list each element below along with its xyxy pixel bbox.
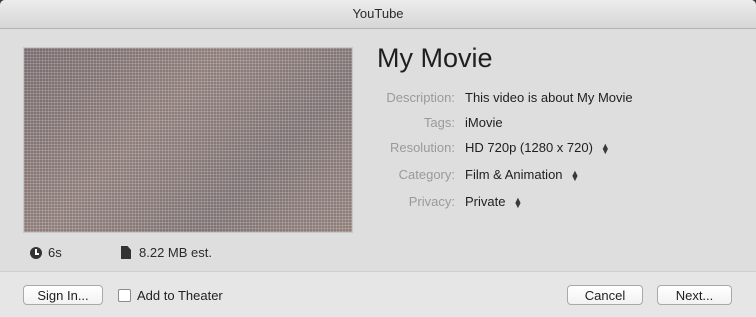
duration-value: 6s (48, 245, 62, 260)
tags-label: Tags: (423, 115, 455, 130)
window-title: YouTube (0, 0, 756, 29)
add-to-theater-checkbox[interactable]: Add to Theater (118, 288, 223, 303)
dialog-footer: Sign In... Add to Theater Cancel Next... (0, 271, 756, 317)
youtube-share-dialog: YouTube My Movie Description: This video… (0, 0, 756, 317)
resolution-row: Resolution: HD 720p (1280 x 720) ▲ ▼ (350, 140, 750, 160)
privacy-popup[interactable]: Private ▲ ▼ (465, 194, 522, 209)
video-thumbnail (23, 47, 353, 233)
privacy-value: Private (465, 194, 506, 209)
resolution-label: Resolution: (389, 140, 455, 155)
file-icon (121, 246, 131, 259)
sign-in-button[interactable]: Sign In... (23, 285, 103, 305)
up-down-arrows-icon: ▲ ▼ (513, 194, 523, 210)
up-down-arrows-icon: ▲ ▼ (570, 167, 580, 183)
up-down-arrows-icon: ▲ ▼ (600, 140, 610, 156)
checkbox-box[interactable] (118, 289, 131, 302)
category-popup[interactable]: Film & Animation ▲ ▼ (465, 167, 579, 182)
tags-row: Tags: iMovie (350, 115, 750, 135)
description-row: Description: This video is about My Movi… (350, 90, 750, 110)
privacy-row: Privacy: Private ▲ ▼ (350, 194, 750, 214)
movie-title: My Movie (377, 43, 493, 73)
category-row: Category: Film & Animation ▲ ▼ (350, 167, 750, 187)
description-field[interactable]: This video is about My Movie (465, 90, 633, 105)
description-label: Description: (386, 90, 455, 105)
dialog-body: My Movie Description: This video is abou… (0, 29, 756, 271)
size-info: 8.22 MB est. (121, 245, 212, 260)
cancel-button[interactable]: Cancel (567, 285, 643, 305)
tags-field[interactable]: iMovie (465, 115, 503, 130)
next-button[interactable]: Next... (657, 285, 732, 305)
add-to-theater-label: Add to Theater (137, 288, 223, 303)
duration-info: 6s (30, 245, 62, 260)
size-value: 8.22 MB est. (139, 245, 212, 260)
resolution-popup[interactable]: HD 720p (1280 x 720) ▲ ▼ (465, 140, 610, 155)
privacy-label: Privacy: (408, 194, 455, 209)
category-value: Film & Animation (465, 167, 563, 182)
clock-icon (30, 247, 42, 259)
category-label: Category: (398, 167, 455, 182)
resolution-value: HD 720p (1280 x 720) (465, 140, 593, 155)
